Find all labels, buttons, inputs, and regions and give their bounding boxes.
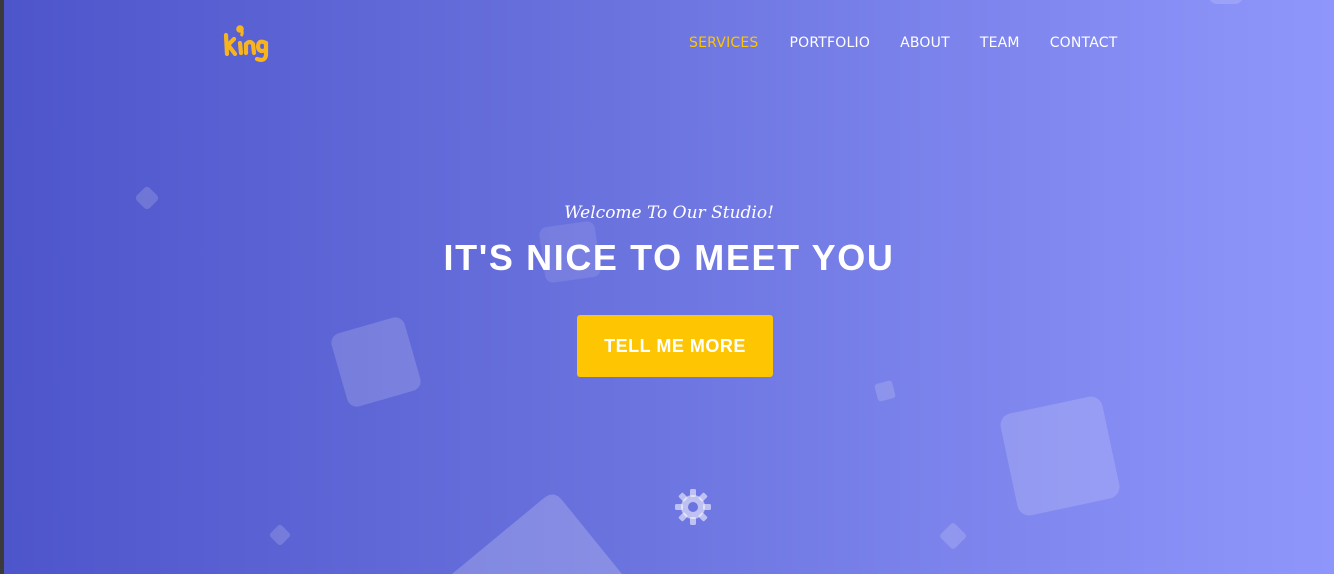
nav-item-team[interactable]: TEAM [980,33,1020,53]
decor-square [1209,0,1243,4]
nav-item-services[interactable]: SERVICES [689,33,759,53]
decor-square [328,314,424,410]
decor-square [268,523,292,547]
hero-subtitle: Welcome To Our Studio! [564,203,774,223]
tell-me-more-button[interactable]: TELL ME MORE [577,315,773,377]
nav-item-contact[interactable]: CONTACT [1050,33,1118,53]
hero-headline: IT'S NICE TO MEET YOU [443,237,895,278]
gear-icon [675,489,711,525]
decor-square [938,521,968,551]
nav-item-about[interactable]: ABOUT [900,33,950,53]
nav-item-portfolio[interactable]: PORTFOLIO [790,33,871,53]
decor-square [998,394,1122,518]
decor-triangle [452,494,622,574]
king-logo[interactable] [220,22,270,62]
decor-square [873,379,897,403]
main-nav: SERVICES PORTFOLIO ABOUT TEAM CONTACT [689,33,1117,53]
hero-section: SERVICES PORTFOLIO ABOUT TEAM CONTACT We… [4,0,1334,574]
